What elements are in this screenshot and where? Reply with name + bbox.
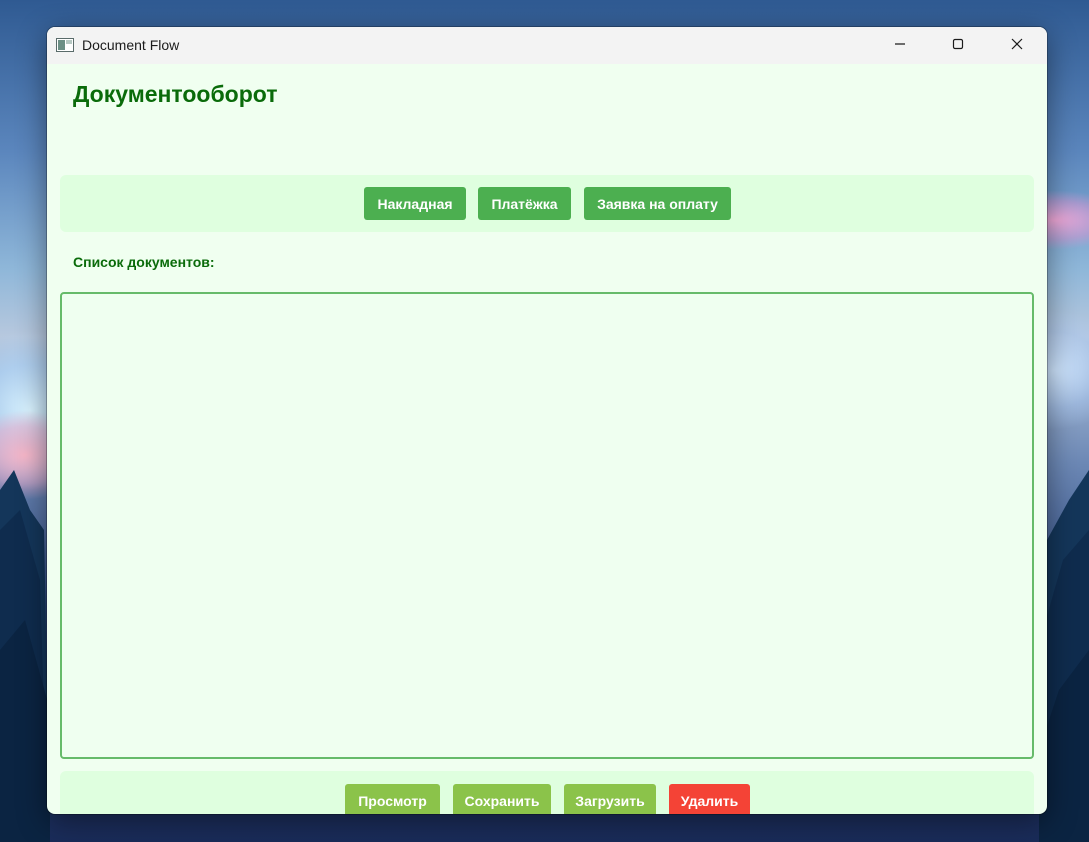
save-button[interactable]: Сохранить — [453, 784, 551, 814]
wallpaper-trees — [0, 470, 50, 842]
load-button[interactable]: Загрузить — [564, 784, 656, 814]
maximize-button[interactable] — [929, 27, 987, 64]
actions-toolbar: Просмотр Сохранить Загрузить Удалить — [60, 771, 1034, 814]
close-button[interactable] — [988, 27, 1046, 64]
title-bar[interactable]: Document Flow — [47, 27, 1047, 64]
document-type-toolbar: Накладная Платёжка Заявка на оплату — [60, 175, 1034, 232]
document-list[interactable] — [60, 292, 1034, 759]
minimize-icon — [894, 37, 906, 55]
payment-request-button[interactable]: Заявка на оплату — [584, 187, 731, 220]
payment-order-button[interactable]: Платёжка — [478, 187, 571, 220]
view-button[interactable]: Просмотр — [345, 784, 440, 814]
document-list-label: Список документов: — [73, 254, 215, 270]
close-icon — [1011, 37, 1023, 55]
maximize-icon — [952, 37, 964, 55]
minimize-button[interactable] — [871, 27, 929, 64]
page-title: Документооборот — [73, 81, 278, 107]
app-window-icon — [56, 38, 74, 52]
app-window: Document Flow Документооборот Накладная … — [47, 27, 1047, 814]
window-title: Document Flow — [82, 37, 180, 53]
main-content: Документооборот Накладная Платёжка Заявк… — [47, 64, 1047, 814]
invoice-button[interactable]: Накладная — [364, 187, 466, 220]
delete-button[interactable]: Удалить — [669, 784, 750, 814]
